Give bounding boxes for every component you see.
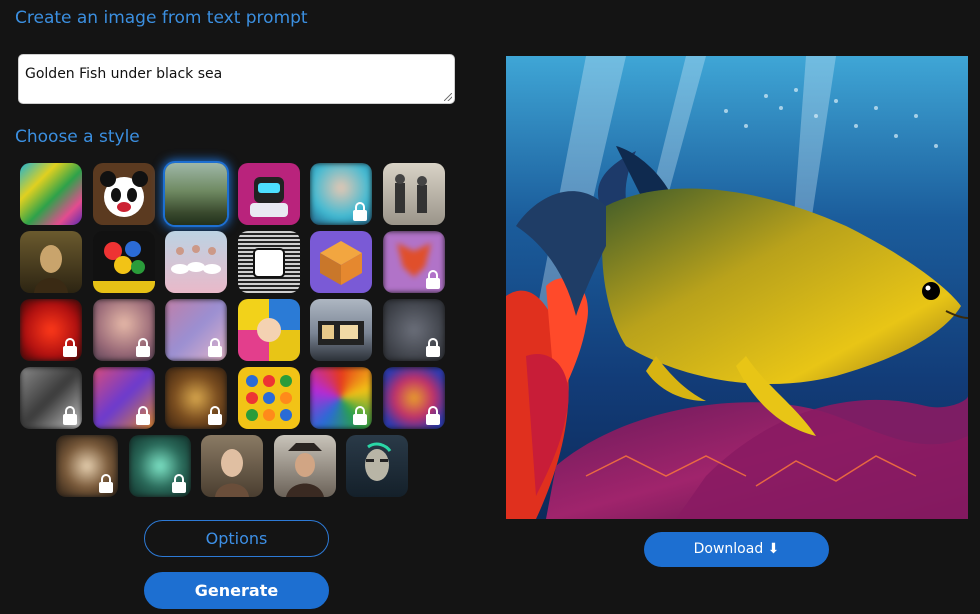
style-heading: Choose a style <box>15 127 140 147</box>
robot-style-icon <box>238 163 300 225</box>
lock-icon <box>353 202 367 221</box>
style-option-engraving-cup-style[interactable] <box>238 231 300 293</box>
modern-house-style-icon <box>310 299 372 361</box>
lock-icon <box>172 474 186 493</box>
style-option-red-neon-style[interactable] <box>20 299 82 361</box>
lock-icon <box>63 406 77 425</box>
pirate-portrait-style-icon <box>274 435 336 497</box>
style-option-colorful-mask-style[interactable] <box>383 367 445 429</box>
landscape-painting-style-icon <box>165 163 227 225</box>
style-option-classic-lady-portrait-style[interactable] <box>201 435 263 497</box>
lock-icon <box>426 406 440 425</box>
lock-icon <box>426 338 440 357</box>
prompt-textarea[interactable]: Golden Fish under black sea <box>18 54 455 104</box>
flower-bouquet-style-icon <box>93 231 155 293</box>
lock-icon <box>426 270 440 289</box>
flat-icons-style-icon <box>238 367 300 429</box>
classic-lady-portrait-style-icon <box>201 435 263 497</box>
style-option-vintage-photo-style[interactable] <box>383 163 445 225</box>
style-option-landscape-painting-style[interactable] <box>165 163 227 225</box>
download-button[interactable]: Download ⬇ <box>644 532 829 567</box>
style-option-panda-style[interactable] <box>93 163 155 225</box>
prompt-heading: Create an image from text prompt <box>15 8 308 28</box>
lock-icon <box>208 406 222 425</box>
image-generator-page: Create an image from text prompt Golden … <box>0 0 980 614</box>
lock-icon <box>353 406 367 425</box>
panda-style-icon <box>93 163 155 225</box>
generated-image <box>506 56 968 519</box>
style-option-anime-girl-style[interactable] <box>310 163 372 225</box>
options-button[interactable]: Options <box>144 520 329 557</box>
style-option-abstract-paint-style[interactable] <box>20 163 82 225</box>
style-option-renaissance-portrait-style[interactable] <box>20 231 82 293</box>
style-option-robot-style[interactable] <box>238 163 300 225</box>
style-option-cyborg-face-style[interactable] <box>346 435 408 497</box>
lock-icon <box>99 474 113 493</box>
style-option-flat-icons-style[interactable] <box>238 367 300 429</box>
lock-icon <box>208 338 222 357</box>
style-option-fox-style[interactable] <box>383 231 445 293</box>
prompt-text: Golden Fish under black sea <box>25 66 223 82</box>
renaissance-portrait-style-icon <box>20 231 82 293</box>
engraving-cup-style-icon <box>238 231 300 293</box>
style-option-ballet-dancers-style[interactable] <box>165 231 227 293</box>
style-option-flower-bouquet-style[interactable] <box>93 231 155 293</box>
pop-art-style-icon <box>238 299 300 361</box>
style-option-pirate-portrait-style[interactable] <box>274 435 336 497</box>
style-option-golden-ornament-style[interactable] <box>165 367 227 429</box>
style-option-dark-creature-style[interactable] <box>383 299 445 361</box>
generate-button[interactable]: Generate <box>144 572 329 609</box>
cyborg-face-style-icon <box>346 435 408 497</box>
style-option-fantasy-figure-style[interactable] <box>93 367 155 429</box>
golden-fish-image-icon <box>506 56 968 519</box>
ballet-dancers-style-icon <box>165 231 227 293</box>
style-option-modern-house-style[interactable] <box>310 299 372 361</box>
style-option-psychedelic-swirl-style[interactable] <box>310 367 372 429</box>
lock-icon <box>63 338 77 357</box>
isometric-3d-style-icon <box>310 231 372 293</box>
resize-handle-icon[interactable] <box>444 93 452 101</box>
abstract-paint-style-icon <box>20 163 82 225</box>
vintage-photo-style-icon <box>383 163 445 225</box>
style-option-isometric-3d-style[interactable] <box>310 231 372 293</box>
lock-icon <box>136 406 150 425</box>
style-option-warrior-style[interactable] <box>56 435 118 497</box>
lock-icon <box>136 338 150 357</box>
style-option-monochrome-city-style[interactable] <box>20 367 82 429</box>
style-option-teal-forest-style[interactable] <box>129 435 191 497</box>
style-option-portrait-woman-style[interactable] <box>93 299 155 361</box>
style-option-pastel-portrait-style[interactable] <box>165 299 227 361</box>
style-option-pop-art-style[interactable] <box>238 299 300 361</box>
